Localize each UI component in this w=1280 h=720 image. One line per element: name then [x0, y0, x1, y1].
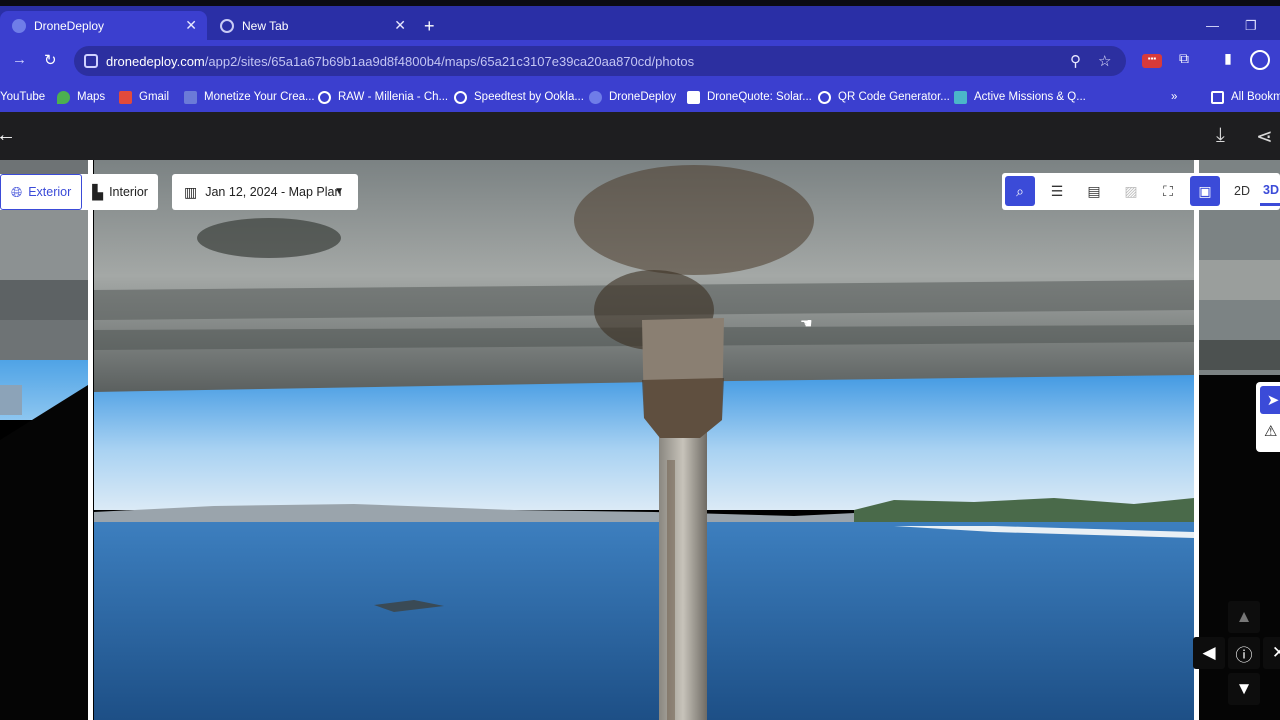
- bookmark-label: Gmail: [139, 91, 170, 103]
- date-select-value: Jan 12, 2024 - Map Plan: [205, 185, 342, 199]
- zoom-icon[interactable]: ⌕: [1005, 176, 1035, 206]
- back-arrow-icon[interactable]: ←: [0, 124, 16, 147]
- profile-avatar-icon[interactable]: [1250, 50, 1270, 70]
- bookmark-label: Monetize Your Crea...: [204, 91, 315, 103]
- tab-dronedeploy[interactable]: DroneDeploy ✕: [0, 11, 207, 40]
- dronedeploy-favicon-icon: [12, 18, 26, 33]
- bookmark-label: Active Missions & Q...: [974, 91, 1086, 103]
- map-plan-date-select[interactable]: ▥ Jan 12, 2024 - Map Plan ▼: [172, 174, 358, 210]
- exterior-button[interactable]: 🌐︎ Exterior: [0, 174, 83, 210]
- close-tab-icon[interactable]: ✕: [394, 17, 406, 34]
- previous-photo-image: [0, 160, 88, 720]
- missions-icon: [954, 90, 967, 104]
- close-tab-icon[interactable]: ✕: [185, 17, 197, 34]
- minimize-icon[interactable]: —: [1206, 18, 1219, 33]
- extensions-puzzle-icon[interactable]: ⧉: [1174, 50, 1194, 70]
- maps-pin-icon: [57, 90, 70, 104]
- info-icon[interactable]: ⓘ: [1228, 637, 1260, 669]
- extension-red-icon[interactable]: ▪▪▪: [1142, 54, 1162, 68]
- document-icon[interactable]: ▤: [1079, 176, 1109, 206]
- floorplan-icon: ▙: [92, 183, 104, 200]
- bookmark-dronedeploy[interactable]: DroneDeploy: [589, 88, 676, 106]
- exterior-interior-toggle: 🌐︎ Exterior ▙ Interior: [0, 174, 158, 210]
- browser-toolbar: → ↻ dronedeploy.com/app2/sites/65a1a67b6…: [0, 40, 1280, 82]
- bookmark-speedtest[interactable]: Speedtest by Ookla...: [454, 88, 584, 106]
- address-bar[interactable]: dronedeploy.com/app2/sites/65a1a67b69b1a…: [74, 46, 1126, 76]
- globe-icon: [818, 90, 831, 104]
- dronequote-icon: [687, 90, 700, 104]
- compare-icon[interactable]: ▣: [1190, 176, 1220, 206]
- nav-up-icon[interactable]: ▲: [1228, 601, 1260, 633]
- site-info-icon[interactable]: [84, 54, 98, 68]
- exterior-label: Exterior: [28, 185, 72, 199]
- new-tab-button[interactable]: +: [424, 16, 435, 37]
- globe-icon: [318, 90, 331, 104]
- select-cursor-icon[interactable]: ➤: [1260, 386, 1280, 414]
- interior-label: Interior: [109, 185, 148, 199]
- bookmark-qr-code[interactable]: QR Code Generator...: [818, 88, 950, 106]
- bookmarks-bar: YouTube Maps Gmail Monetize Your Crea...…: [0, 82, 1280, 112]
- photo-divider-left: [88, 160, 93, 720]
- bookmarks-overflow-icon[interactable]: »: [1171, 88, 1177, 106]
- bookmark-youtube[interactable]: YouTube: [0, 88, 45, 106]
- view-3d-button[interactable]: 3D: [1260, 176, 1280, 206]
- app-header: ← ⤓ ⋖: [0, 112, 1280, 160]
- bookmark-label: DroneDeploy: [609, 91, 677, 103]
- bookmark-dronequote[interactable]: DroneQuote: Solar...: [687, 88, 812, 106]
- folder-icon: [1211, 90, 1224, 104]
- location-pin-icon[interactable]: ⚲: [1070, 52, 1081, 70]
- view-2d-label: 2D: [1234, 184, 1250, 198]
- tab-title: New Tab: [242, 18, 289, 33]
- bookmark-label: DroneQuote: Solar...: [707, 91, 812, 103]
- forward-icon[interactable]: →: [12, 51, 27, 68]
- image-icon[interactable]: ▨: [1116, 176, 1146, 206]
- share-icon[interactable]: ⋖: [1256, 124, 1273, 149]
- bookmark-label: Speedtest by Ookla...: [474, 91, 584, 103]
- previous-photo-thumbnail[interactable]: [0, 160, 88, 720]
- dropdown-caret-icon: ▼: [334, 186, 344, 197]
- reload-icon[interactable]: ↻: [44, 51, 57, 69]
- speedtest-icon: [454, 90, 467, 104]
- restore-icon[interactable]: ❐: [1245, 18, 1257, 34]
- dronedeploy-icon: [589, 90, 602, 104]
- bookmark-active-missions[interactable]: Active Missions & Q...: [954, 88, 1086, 106]
- download-icon[interactable]: ⤓: [1216, 124, 1225, 147]
- pier-underside-photo: [94, 160, 1194, 720]
- warning-icon[interactable]: ⚠: [1264, 422, 1277, 440]
- browser-tab-bar: DroneDeploy ✕ New Tab ✕ + — ❐: [0, 6, 1280, 40]
- bookmark-label: Maps: [77, 91, 106, 103]
- bookmark-raw-millenia[interactable]: RAW - Millenia - Ch...: [318, 88, 448, 106]
- monetize-icon: [184, 90, 197, 104]
- annotation-side-panel: ➤ ⚠: [1256, 382, 1280, 452]
- photo-viewer[interactable]: ☚ 🌐︎ Exterior ▙ Interior ▥ Jan 12, 2024 …: [0, 160, 1280, 720]
- view-2d-button[interactable]: 2D: [1227, 176, 1257, 206]
- bookmark-label: YouTube: [0, 91, 46, 103]
- globe-icon: 🌐︎: [11, 183, 23, 200]
- tab-new-tab[interactable]: New Tab ✕: [208, 11, 416, 40]
- gmail-icon: [119, 90, 132, 104]
- bookmark-maps[interactable]: Maps: [57, 88, 105, 106]
- all-bookmarks[interactable]: All Bookm: [1211, 88, 1280, 106]
- side-panel-icon[interactable]: ▮: [1218, 50, 1238, 70]
- main-inspection-photo[interactable]: ☚: [94, 160, 1194, 720]
- url-text: dronedeploy.com/app2/sites/65a1a67b69b1a…: [106, 54, 695, 69]
- bookmark-monetize[interactable]: Monetize Your Crea...: [184, 88, 315, 106]
- nav-down-icon[interactable]: ▼: [1228, 673, 1260, 705]
- bookmark-label: RAW - Millenia - Ch...: [338, 91, 449, 103]
- map-icon: ▥: [184, 183, 198, 200]
- viewer-tools: ⌕ ☰ ▤ ▨ ⛶ ▣ 2D 3D: [1002, 173, 1280, 210]
- bookmark-star-icon[interactable]: ☆: [1098, 52, 1111, 70]
- hand-cursor-icon: ☚: [800, 315, 813, 331]
- bookmark-gmail[interactable]: Gmail: [119, 88, 169, 106]
- globe-icon: [220, 18, 234, 33]
- tab-title: DroneDeploy: [34, 18, 105, 33]
- interior-button[interactable]: ▙ Interior: [82, 174, 158, 210]
- fullscreen-icon[interactable]: ⛶: [1153, 176, 1183, 206]
- filter-icon[interactable]: ☰: [1042, 176, 1072, 206]
- bookmark-label: QR Code Generator...: [838, 91, 950, 103]
- nav-right-icon[interactable]: ✕: [1263, 637, 1280, 669]
- view-3d-label: 3D: [1263, 182, 1279, 197]
- nav-left-icon[interactable]: ◀: [1193, 637, 1225, 669]
- bookmark-label: All Bookm: [1231, 91, 1280, 103]
